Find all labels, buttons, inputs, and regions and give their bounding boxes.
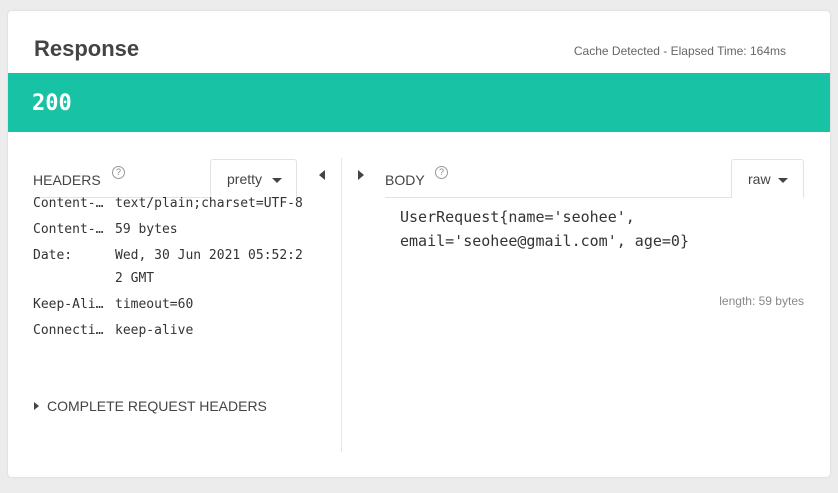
header-value: text/plain;charset=UTF-8 — [115, 196, 303, 211]
complete-request-headers-label: COMPLETE REQUEST HEADERS — [47, 398, 267, 414]
header-key: Keep-Ali… — [33, 297, 104, 312]
response-panes: HEADERS ? pretty Content-… text/plain;cha… — [8, 132, 830, 477]
header-key: Date: — [33, 248, 73, 263]
body-pane: BODY ? raw UserRequest{name='seohee', em… — [350, 132, 830, 452]
help-icon[interactable]: ? — [435, 166, 448, 179]
chevron-down-icon — [272, 178, 282, 183]
status-code: 200 — [32, 91, 72, 116]
header-value: Wed, 30 Jun 2021 05:52:22 GMT — [115, 248, 303, 286]
response-card: Response Cache Detected - Elapsed Time: … — [8, 11, 830, 477]
header-row: Date: Wed, 30 Jun 2021 05:52:22 GMT — [33, 244, 305, 290]
body-format-dropdown[interactable]: raw — [731, 159, 804, 198]
header-row: Connecti… keep-alive — [33, 319, 305, 342]
header-key: Content-… — [33, 222, 104, 237]
body-section-head: BODY ? raw — [385, 158, 804, 198]
response-title: Response — [34, 36, 140, 61]
chevron-down-icon — [778, 178, 788, 183]
expand-right-icon[interactable] — [358, 170, 364, 180]
header-row: Content-… text/plain;charset=UTF-8 — [33, 192, 305, 215]
response-body-content: UserRequest{name='seohee', email='seohee… — [400, 208, 689, 250]
help-icon[interactable]: ? — [112, 166, 125, 179]
header-key: Content-… — [33, 196, 104, 211]
body-format-label: raw — [748, 171, 771, 187]
headers-format-label: pretty — [227, 171, 263, 187]
body-length: length: 59 bytes — [719, 294, 804, 308]
complete-request-headers-toggle[interactable]: COMPLETE REQUEST HEADERS — [34, 398, 267, 414]
pane-divider[interactable] — [341, 158, 342, 452]
header-row: Content-… 59 bytes — [33, 218, 305, 241]
headers-title: HEADERS — [33, 172, 101, 188]
header-value: timeout=60 — [115, 297, 194, 312]
body-title: BODY — [385, 172, 425, 188]
headers-table: Content-… text/plain;charset=UTF-8 Content… — [33, 192, 305, 345]
response-header: Response Cache Detected - Elapsed Time: … — [8, 11, 830, 73]
header-value: 59 bytes — [115, 222, 178, 237]
collapse-left-icon[interactable] — [319, 170, 325, 180]
elapsed-time: Cache Detected - Elapsed Time: 164ms — [573, 44, 786, 58]
status-bar: 200 — [8, 73, 830, 132]
header-key: Connecti… — [33, 323, 104, 338]
header-row: Keep-Ali… timeout=60 — [33, 293, 305, 316]
header-value: keep-alive — [115, 323, 194, 338]
headers-pane: HEADERS ? pretty Content-… text/plain;cha… — [8, 132, 342, 452]
caret-right-icon — [34, 402, 39, 410]
